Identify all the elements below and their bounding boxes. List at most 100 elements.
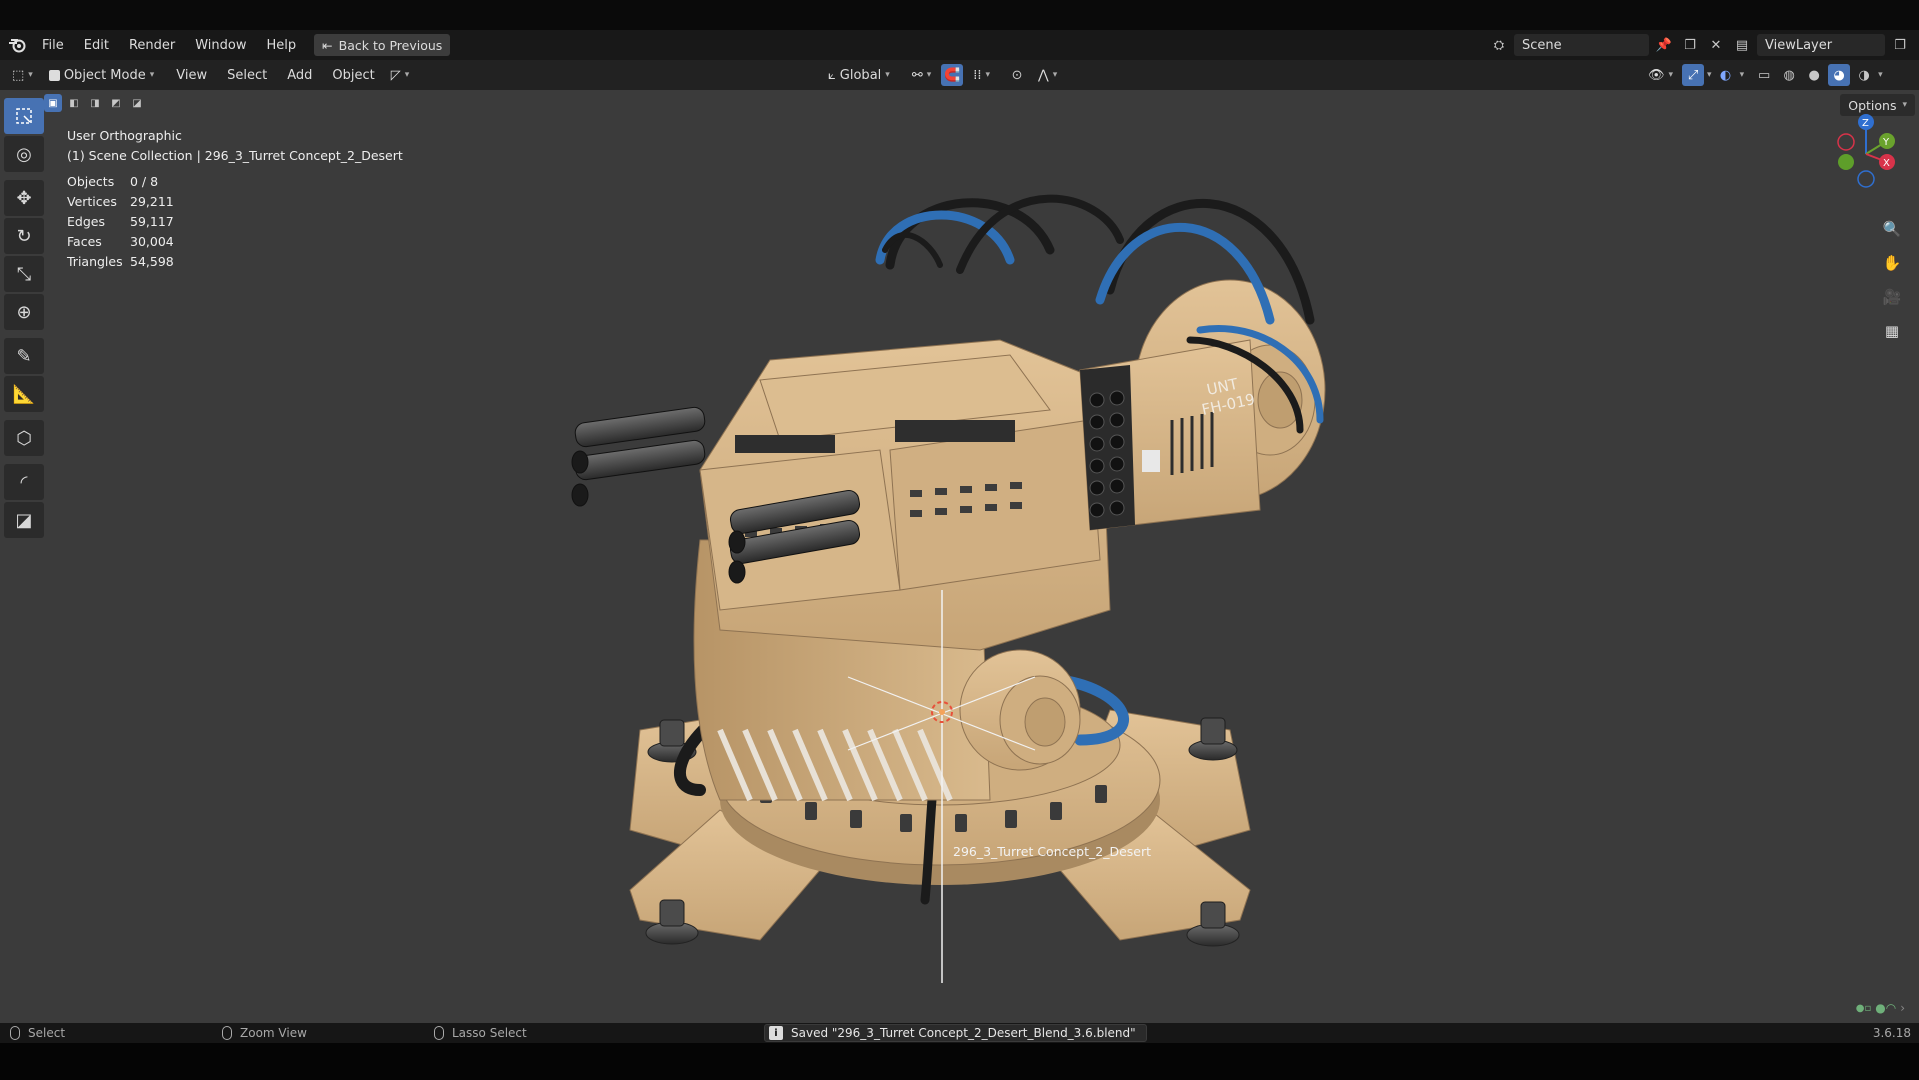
new-viewlayer-icon[interactable]: ❐ xyxy=(1889,34,1911,56)
back-to-previous-button[interactable]: ⇤ Back to Previous xyxy=(314,34,451,56)
viewport-header: ⬚ ▾ Object Mode ▾ View Select Add Object … xyxy=(0,60,1919,90)
stat-value: 29,211 xyxy=(130,194,174,209)
snap-toggle-icon[interactable]: 🧲 xyxy=(941,64,964,86)
overlay-dropdown-chevron-icon[interactable]: ▾ xyxy=(1740,70,1745,80)
scene-statistics: Objects 0 / 8 Vertices 29,211 Edges 59,117 … xyxy=(67,172,403,272)
falloff-dropdown[interactable]: ⋀ ▾ xyxy=(1032,64,1063,86)
menu-edit[interactable]: Edit xyxy=(74,38,119,53)
status-select-hint: Select xyxy=(10,1026,65,1040)
header-menu-select[interactable]: Select xyxy=(217,68,277,83)
stat-value: 0 / 8 xyxy=(130,174,159,189)
chevron-down-icon: ▾ xyxy=(1668,70,1674,80)
gizmo-z-label: Z xyxy=(1862,118,1869,129)
chevron-down-icon: ▾ xyxy=(149,70,155,80)
add-cube-tool-icon[interactable]: ⬡ xyxy=(4,420,44,456)
viewlayer-selector-icon[interactable]: ▤ xyxy=(1731,34,1753,56)
view-name: User Orthographic xyxy=(67,128,182,143)
snap-indicator-icon[interactable]: ●▫ xyxy=(1856,1003,1872,1014)
viewlayer-name-label: ViewLayer xyxy=(1765,37,1833,53)
stat-row-triangles: Triangles 54,598 xyxy=(67,252,403,272)
toggle-perspective-grid-icon[interactable]: ▦ xyxy=(1879,318,1905,344)
snap-target-dropdown[interactable]: ⁞⁞ ▾ xyxy=(967,64,996,86)
measure-tool-icon[interactable]: 📐 xyxy=(4,376,44,412)
pivot-icon: ⚯ xyxy=(911,67,923,83)
viewport-overlay-info: User Orthographic (1) Scene Collection |… xyxy=(67,126,403,272)
status-zoom-label: Zoom View xyxy=(240,1026,307,1040)
header-menu-view[interactable]: View xyxy=(166,68,217,83)
select-box-tool-icon[interactable] xyxy=(4,98,44,134)
camera-view-icon[interactable]: 🎥 xyxy=(1879,284,1905,310)
pan-view-hand-icon[interactable]: ✋ xyxy=(1879,250,1905,276)
3d-viewport[interactable]: ▣ ◧ ◨ ◩ ◪ UNT FH-019 296_3_Turret Concep… xyxy=(0,90,1919,1023)
scene-selector-icon[interactable]: ⛭ xyxy=(1488,34,1510,56)
stat-label: Objects xyxy=(67,174,115,189)
blender-logo-icon[interactable] xyxy=(2,30,32,60)
visibility-dropdown[interactable]: 👁 ▾ xyxy=(1642,64,1679,86)
shading-dropdown-chevron-icon[interactable]: ▾ xyxy=(1878,70,1883,80)
shading-wireframe-icon[interactable]: ◍ xyxy=(1778,64,1800,86)
orientation-axes[interactable]: Z Y X xyxy=(1809,104,1919,204)
shading-solid-icon[interactable]: ● xyxy=(1803,64,1825,86)
menu-file[interactable]: File xyxy=(32,38,74,53)
status-message-text: Saved "296_3_Turret Concept_2_Desert_Ble… xyxy=(791,1026,1136,1040)
stat-row-edges: Edges 59,117 xyxy=(67,212,403,232)
gizmo-y-label: Y xyxy=(1882,137,1890,148)
snap-grid-icon: ⁞⁞ xyxy=(973,67,982,83)
header-menu-object[interactable]: Object xyxy=(322,68,384,83)
menu-help[interactable]: Help xyxy=(257,38,307,53)
object-name-label: 296_3_Turret Concept_2_Desert xyxy=(953,844,1152,859)
menu-render[interactable]: Render xyxy=(119,38,185,53)
gpencil-dropdown[interactable]: ◸ ▾ xyxy=(385,64,416,86)
tool-shelf: ◎ ✥ ↻ ⤡ ⊕ ✎ 📐 ⬡ ◜ ◪ xyxy=(4,98,46,540)
delete-viewlayer-icon[interactable]: ✕ xyxy=(1915,34,1919,56)
delete-scene-icon[interactable]: ✕ xyxy=(1705,34,1727,56)
turret-body xyxy=(699,339,1111,651)
orientation-icon: ⟀ xyxy=(828,67,836,83)
proportional-edit-icon[interactable]: ⊙ xyxy=(1006,64,1028,86)
scale-tool-icon[interactable]: ⤡ xyxy=(4,256,44,292)
scene-name-field[interactable]: Scene xyxy=(1514,34,1649,56)
falloff-icon: ⋀ xyxy=(1038,67,1049,83)
rotate-tool-icon[interactable]: ↻ xyxy=(4,218,44,254)
cursor-tool-icon[interactable]: ◎ xyxy=(4,136,44,172)
header-menu-add[interactable]: Add xyxy=(277,68,322,83)
mode-dropdown[interactable]: Object Mode ▾ xyxy=(43,64,160,86)
stat-label: Faces xyxy=(67,234,102,249)
zoom-view-icon[interactable]: 🔍 xyxy=(1879,216,1905,242)
stat-label: Triangles xyxy=(67,254,123,269)
xray-toggle-icon[interactable]: ▭ xyxy=(1753,64,1775,86)
status-message[interactable]: i Saved "296_3_Turret Concept_2_Desert_B… xyxy=(764,1024,1147,1042)
chevron-right-icon[interactable]: › xyxy=(1900,1001,1905,1015)
gizmo-dropdown-chevron-icon[interactable]: ▾ xyxy=(1707,70,1712,80)
back-icon: ⇤ xyxy=(322,37,333,53)
curve-draw-tool-icon[interactable]: ◜ xyxy=(4,464,44,500)
overlay-toggle-icon[interactable]: ◐ xyxy=(1715,64,1737,86)
editor-type-dropdown[interactable]: ⬚ ▾ xyxy=(6,64,39,86)
pivot-dropdown[interactable]: ⚯ ▾ xyxy=(906,64,937,86)
status-select-label: Select xyxy=(28,1026,66,1040)
menu-window[interactable]: Window xyxy=(185,38,256,53)
chevron-down-icon: ▾ xyxy=(1052,70,1058,80)
object-mode-icon xyxy=(48,69,60,81)
status-lasso-label: Lasso Select xyxy=(452,1026,527,1040)
gizmo-toggle-icon[interactable]: ⤢ xyxy=(1682,64,1705,86)
info-icon: i xyxy=(769,1026,783,1040)
new-scene-icon[interactable]: ❐ xyxy=(1679,34,1701,56)
viewlayer-name-field[interactable]: ViewLayer xyxy=(1757,34,1885,56)
curve-icon: ◸ xyxy=(390,67,401,83)
image-tool-icon[interactable]: ◪ xyxy=(4,502,44,538)
pin-scene-icon[interactable]: 📌 xyxy=(1653,34,1675,56)
orbit-indicator-icon[interactable]: ●◠ xyxy=(1875,1001,1896,1015)
transform-orientation-dropdown[interactable]: ⟀ Global ▾ xyxy=(822,64,896,86)
shading-material-icon[interactable]: ◕ xyxy=(1828,64,1851,86)
transform-tool-icon[interactable]: ⊕ xyxy=(4,294,44,330)
chevron-down-icon: ▾ xyxy=(985,70,991,80)
back-to-previous-label: Back to Previous xyxy=(338,37,443,53)
move-tool-icon[interactable]: ✥ xyxy=(4,180,44,216)
shading-rendered-icon[interactable]: ◑ xyxy=(1853,64,1875,86)
stat-label: Vertices xyxy=(67,194,117,209)
window-title-bar xyxy=(0,0,1919,30)
stat-value: 30,004 xyxy=(130,234,174,249)
chevron-down-icon: ▾ xyxy=(926,70,932,80)
annotate-tool-icon[interactable]: ✎ xyxy=(4,338,44,374)
